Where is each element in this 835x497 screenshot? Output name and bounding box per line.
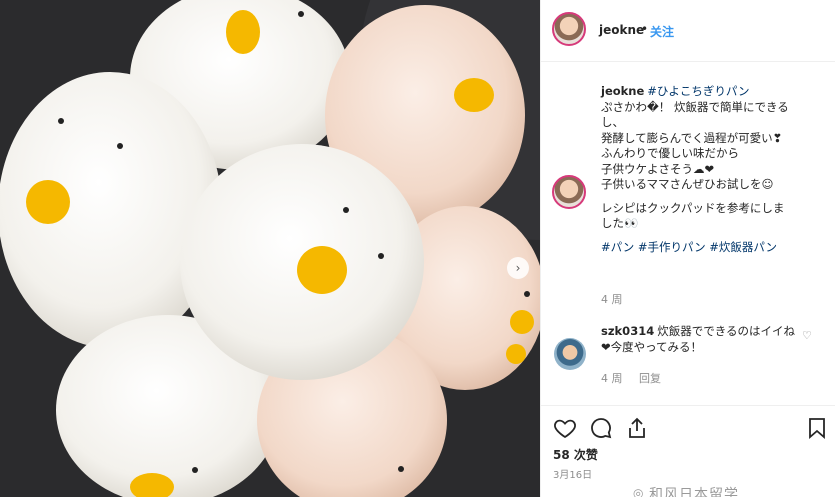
reply-button[interactable]: 回复 [639, 370, 661, 386]
follow-button[interactable]: 关注 [650, 23, 674, 40]
separator-dot: • [641, 22, 649, 36]
caption-line: した👀 [601, 216, 639, 230]
comment-like-icon[interactable]: ♡ [802, 329, 812, 342]
avatar[interactable] [552, 12, 586, 46]
caption-username[interactable]: jeokne [601, 84, 644, 98]
comment-timestamp[interactable]: 4 周 [601, 370, 623, 386]
chevron-right-icon: › [515, 261, 521, 275]
next-photo-button[interactable]: › [507, 257, 529, 279]
comment: szk0314 炊飯器でできるのはイイね❤今度やってみる！ [601, 323, 801, 355]
watermark: 和风日本留学 [649, 487, 739, 497]
post-username[interactable]: jeokne [599, 23, 644, 37]
caption-line: ぷさかわ�！ 炊飯器で簡単にできる [601, 99, 789, 114]
heart-icon[interactable] [553, 416, 577, 440]
share-icon[interactable] [625, 416, 649, 440]
post-date: 3月16日 [553, 470, 593, 481]
caption-line: 子供ウケよさそう☁❤ [601, 161, 715, 176]
caption-line: ふんわりで優しい味だから [601, 146, 739, 160]
caption-line: し、 [601, 115, 624, 129]
post-sidebar: jeokne • 关注 jeokne #ひよこちぎりパン ぷさかわ�！ 炊飯器で簡… [540, 0, 835, 497]
hashtag[interactable]: #ひよこちぎりパン [647, 84, 749, 98]
caption-line: レシピはクックパッドを参考にしま [601, 200, 785, 215]
post-header: jeokne • 关注 [541, 0, 835, 62]
comment-username[interactable]: szk0314 [601, 324, 654, 338]
post-photo[interactable]: › [0, 0, 540, 497]
caption-line: 発酵して膨らんでく過程が可愛い❣ [601, 130, 783, 145]
hashtags[interactable]: #パン #手作りパン #炊飯器パン [601, 240, 829, 256]
chick-bread-image [0, 0, 540, 497]
caption-line: 子供いるママさんぜひお試しを☺ [601, 177, 774, 191]
comment-icon[interactable] [589, 416, 613, 440]
like-count[interactable]: 58 次赞 [553, 446, 598, 463]
action-bar: 58 次赞 3月16日 ◎ 和风日本留学 [541, 405, 835, 497]
caption-timestamp[interactable]: 4 周 [601, 291, 623, 307]
wechat-icon: ◎ [633, 486, 644, 497]
bookmark-icon[interactable] [805, 416, 829, 440]
caption: jeokne #ひよこちぎりパン ぷさかわ�！ 炊飯器で簡単にできる し、 発酵し… [601, 84, 829, 255]
comment-avatar[interactable] [554, 338, 586, 370]
caption-avatar[interactable] [552, 175, 586, 209]
